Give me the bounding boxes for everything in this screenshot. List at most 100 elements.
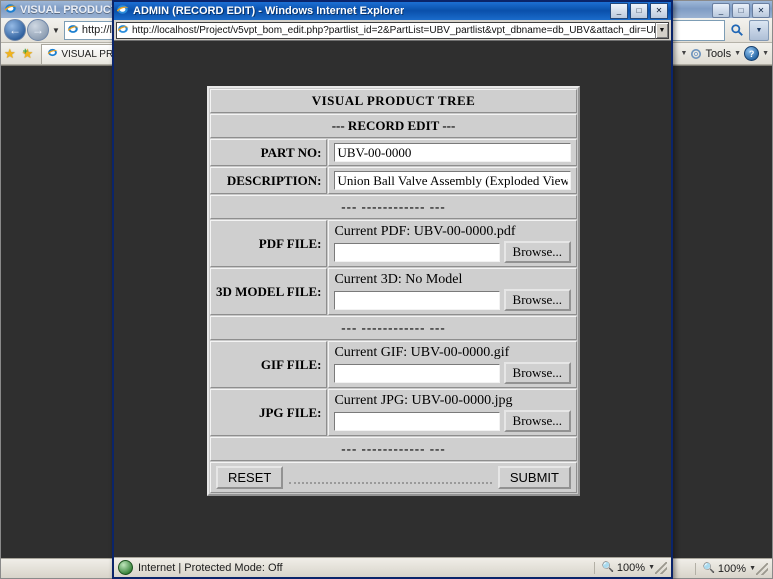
record-edit-form: VISUAL PRODUCT TREE --- RECORD EDIT --- … [207, 86, 580, 497]
reset-button[interactable]: RESET [216, 466, 284, 490]
search-magnifier-icon[interactable] [727, 21, 747, 40]
model-3d-file-row: Browse... [334, 289, 571, 312]
model-3d-file-label: 3D MODEL FILE: [210, 268, 328, 316]
gif-file-row: Browse... [334, 362, 571, 385]
forward-button[interactable]: → [27, 19, 49, 41]
help-chevron-down-icon[interactable]: ▼ [762, 50, 769, 57]
zoom-magnifier-icon: 🔍 [702, 563, 715, 574]
model-3d-browse-button[interactable]: Browse... [503, 289, 571, 312]
recent-pages-chevron-down-icon[interactable]: ▼ [52, 26, 60, 35]
background-resize-grip[interactable] [756, 562, 768, 575]
description-label: DESCRIPTION: [210, 167, 328, 194]
jpg-current-file-text: Current JPG: UBV-00-0000.jpg [334, 393, 513, 409]
background-window-controls: _ □ ✕ [712, 3, 770, 18]
tools-menu-label[interactable]: Tools [705, 48, 731, 60]
separator-row: --- ------------ --- [210, 437, 577, 462]
background-minimize-button[interactable]: _ [712, 3, 730, 18]
table-row: DESCRIPTION: [210, 167, 577, 194]
background-search-input[interactable] [668, 19, 725, 41]
form-actions-row: RESET SUBMIT [210, 462, 577, 494]
dialog-window-controls: _ □ ✕ [610, 3, 669, 19]
gear-icon[interactable] [690, 48, 702, 60]
dialog-status-bar: Internet | Protected Mode: Off 🔍 100% ▼ [114, 557, 671, 577]
model-3d-current-file-text: Current 3D: No Model [334, 272, 463, 288]
table-row: PDF FILE: Current PDF: UBV-00-0000.pdf B… [210, 220, 577, 268]
part-no-field-cell [328, 139, 577, 166]
dialog-address-page-icon [117, 23, 129, 38]
part-no-input[interactable] [334, 143, 571, 162]
jpg-file-row: Browse... [334, 410, 571, 433]
gif-file-input[interactable] [334, 363, 500, 383]
pdf-file-input[interactable] [334, 242, 500, 262]
internet-zone-globe-icon [118, 560, 133, 575]
page-title: VISUAL PRODUCT TREE [210, 89, 577, 113]
gif-browse-button[interactable]: Browse... [503, 362, 571, 385]
pdf-file-row: Browse... [334, 241, 571, 264]
form-title-row: VISUAL PRODUCT TREE [210, 89, 577, 113]
pdf-current-file-text: Current PDF: UBV-00-0000.pdf [334, 224, 516, 239]
separator-row: --- ------------ --- [210, 316, 577, 341]
section-separator: --- ------------ --- [210, 195, 577, 219]
dialog-title: ADMIN (RECORD EDIT) - Windows Internet E… [133, 5, 405, 17]
background-maximize-button[interactable]: □ [732, 3, 750, 18]
jpg-file-label: JPG FILE: [210, 389, 328, 437]
dialog-address-row: http://localhost/Project/v5vpt_bom_edit.… [114, 20, 671, 40]
form-actions-cell: RESET SUBMIT [210, 462, 577, 494]
part-no-label: PART NO: [210, 139, 328, 166]
help-icon[interactable]: ? [744, 46, 760, 61]
model-3d-file-cell: Current 3D: No Model Browse... [328, 268, 577, 316]
favorites-star-icon[interactable]: ★ [4, 46, 16, 62]
browser-tab-label: VISUAL PR [61, 48, 114, 60]
submit-button[interactable]: SUBMIT [497, 466, 571, 490]
dialog-zoom-control[interactable]: 🔍 100% ▼ [594, 561, 655, 574]
model-3d-file-input[interactable] [334, 290, 500, 310]
dialog-resize-grip[interactable] [655, 561, 667, 574]
dialog-titlebar[interactable]: ADMIN (RECORD EDIT) - Windows Internet E… [114, 2, 671, 20]
jpg-browse-button[interactable]: Browse... [503, 410, 571, 433]
search-provider-chevron-down-icon[interactable]: ▼ [749, 19, 769, 41]
background-zoom-level: 100% [717, 562, 747, 575]
form-actions: RESET SUBMIT [216, 466, 571, 490]
dialog-address-bar[interactable]: http://localhost/Project/v5vpt_bom_edit.… [116, 21, 655, 39]
tools-chevron-down-icon[interactable]: ▼ [734, 50, 741, 57]
dialog-address-chevron-down-icon[interactable]: ▼ [655, 21, 669, 39]
dialog-zoom-magnifier-icon: 🔍 [601, 562, 614, 573]
add-to-favorites-icon[interactable]: ★ [22, 46, 34, 62]
section-separator: --- ------------ --- [210, 437, 577, 462]
zoom-chevron-down-icon[interactable]: ▼ [749, 565, 756, 572]
toolbar-right-group: ▼ Tools ▼ ? ▼ [681, 46, 769, 61]
pdf-file-cell: Current PDF: UBV-00-0000.pdf Browse... [328, 220, 577, 268]
dialog-zoom-level: 100% [616, 561, 646, 574]
form-subtitle-row: --- RECORD EDIT --- [210, 114, 577, 138]
dialog-zoom-chevron-down-icon[interactable]: ▼ [648, 564, 655, 571]
record-edit-dialog-window: ADMIN (RECORD EDIT) - Windows Internet E… [112, 0, 673, 579]
dialog-status-message: Internet | Protected Mode: Off [118, 560, 588, 575]
toolbar-overflow-chevron-down-icon[interactable]: ▼ [681, 50, 688, 57]
gif-file-cell: Current GIF: UBV-00-0000.gif Browse... [328, 341, 577, 389]
background-zoom-control[interactable]: 🔍 100% ▼ [695, 562, 756, 575]
pdf-browse-button[interactable]: Browse... [503, 241, 571, 264]
background-close-button[interactable]: ✕ [752, 3, 770, 18]
table-row: GIF FILE: Current GIF: UBV-00-0000.gif B… [210, 341, 577, 389]
pdf-file-label: PDF FILE: [210, 220, 328, 268]
table-row: JPG FILE: Current JPG: UBV-00-0000.jpg B… [210, 389, 577, 437]
description-field-cell [328, 167, 577, 194]
separator-row: --- ------------ --- [210, 195, 577, 219]
description-input[interactable] [334, 171, 571, 190]
record-edit-table: VISUAL PRODUCT TREE --- RECORD EDIT --- … [207, 86, 580, 497]
back-button[interactable]: ← [4, 19, 26, 41]
table-row: PART NO: [210, 139, 577, 166]
gif-file-label: GIF FILE: [210, 341, 328, 389]
dialog-address-value: http://localhost/Project/v5vpt_bom_edit.… [132, 24, 655, 36]
dialog-maximize-button[interactable]: □ [630, 3, 648, 19]
browser-tab[interactable]: VISUAL PR [41, 43, 120, 64]
dialog-page-content: VISUAL PRODUCT TREE --- RECORD EDIT --- … [114, 40, 671, 557]
dialog-minimize-button[interactable]: _ [610, 3, 628, 19]
page-subtitle: --- RECORD EDIT --- [210, 114, 577, 138]
section-separator: --- ------------ --- [210, 316, 577, 341]
dialog-close-button[interactable]: ✕ [650, 3, 668, 19]
jpg-file-input[interactable] [334, 411, 500, 431]
tab-favicon-icon [47, 47, 58, 61]
actions-divider [289, 472, 492, 484]
address-page-icon [67, 23, 79, 38]
